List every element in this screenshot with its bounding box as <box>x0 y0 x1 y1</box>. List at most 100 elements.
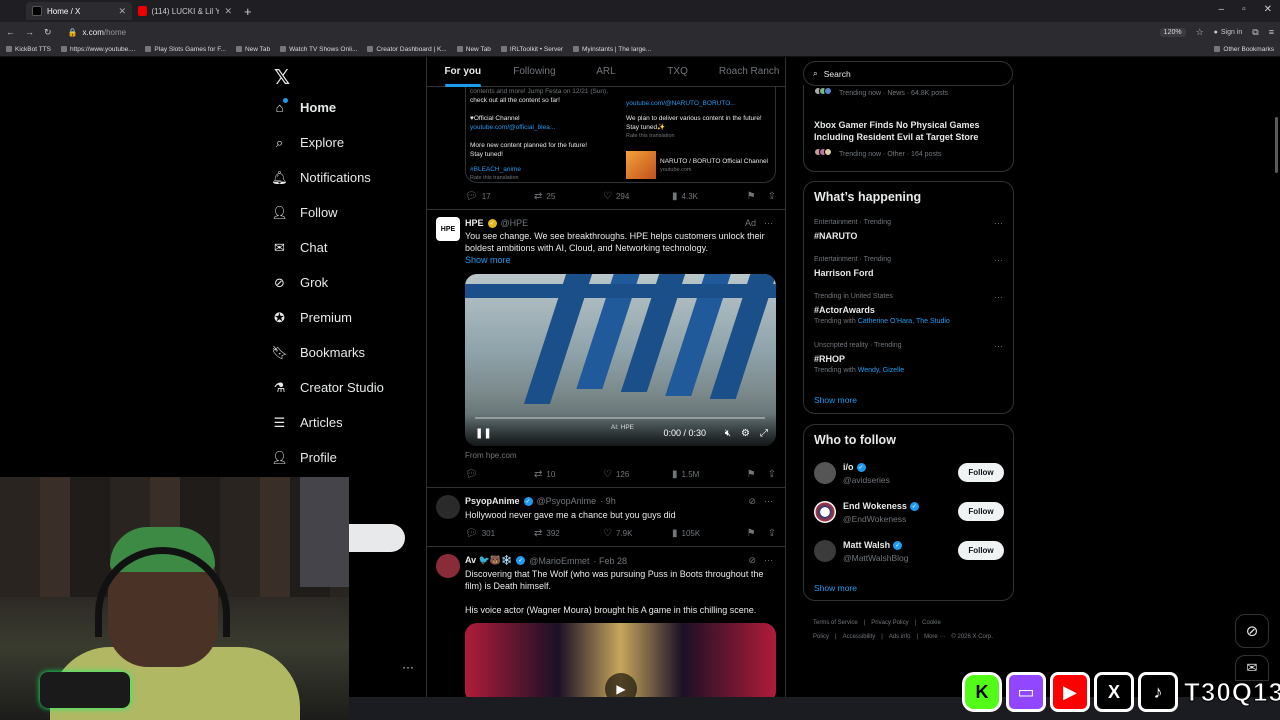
rate-translation[interactable]: Rate this translation <box>470 174 620 183</box>
post-button-partial[interactable] <box>349 524 405 552</box>
tab-arl[interactable]: ARL <box>570 57 642 87</box>
post-video[interactable]: ▶ <box>465 623 776 703</box>
menu-icon[interactable]: ≡ <box>1269 27 1274 37</box>
bookmark-item[interactable]: Creator Dashboard | K... <box>367 46 447 53</box>
footer-link[interactable]: More ··· <box>924 634 945 640</box>
bookmark-icon[interactable]: ⚑ <box>747 191 756 202</box>
close-tab-icon[interactable]: ✕ <box>224 6 232 17</box>
video-progress-bar[interactable] <box>475 417 765 419</box>
search-input[interactable]: ⌕ Search <box>803 61 1013 86</box>
author-handle[interactable]: @HPE <box>501 218 529 228</box>
sidebar-item-creator-studio[interactable]: ⚗ Creator Studio <box>272 380 384 396</box>
mute-icon[interactable]: 🔇︎ <box>725 428 731 439</box>
post-time[interactable]: · 9h <box>600 496 616 506</box>
bookmark-item[interactable]: Myinstants | The large... <box>573 46 651 53</box>
sidebar-item-profile[interactable]: 👤︎ Profile <box>271 450 337 466</box>
views-button[interactable]: ▮ 4.3K <box>672 191 741 202</box>
tab-txq[interactable]: TXQ <box>642 57 714 87</box>
quote-link[interactable]: youtube.com/@NARUTO_BORUTO... <box>626 99 776 108</box>
follow-button[interactable]: Follow <box>958 463 1004 482</box>
link-card[interactable]: NARUTO / BORUTO Official Channel youtube… <box>660 157 775 175</box>
trend-title[interactable]: #NARUTO <box>814 230 994 242</box>
bookmark-item[interactable]: https://www.youtube.... <box>61 46 135 53</box>
bookmark-icon[interactable]: ⚑ <box>747 528 756 539</box>
trend-title[interactable]: Harrison Ford <box>814 267 994 279</box>
reply-button[interactable]: 💬︎ 301 <box>465 528 534 539</box>
trend-with-link[interactable]: Wendy, Gizelle <box>858 367 904 374</box>
views-button[interactable]: ▮ 105K <box>672 528 741 539</box>
psyopanime-avatar[interactable] <box>436 495 460 519</box>
share-icon[interactable]: ⇪ <box>768 191 776 202</box>
zoom-badge[interactable]: 120% <box>1159 27 1186 37</box>
bookmark-item[interactable]: IRLToolkit • Server <box>500 46 563 53</box>
trend-with-link[interactable]: Catherine O’Hara, The Studio <box>858 318 950 325</box>
bookmark-item[interactable]: New Tab <box>235 46 270 53</box>
address-bar[interactable]: 🔒 x.com/home <box>68 28 1150 37</box>
author-handle[interactable]: @MarioEmmet <box>529 556 589 566</box>
repost-button[interactable]: ⇄ 25 <box>534 191 603 202</box>
bookmark-item[interactable]: New Tab <box>456 46 491 53</box>
trend-more-icon[interactable]: ··· <box>994 255 1003 265</box>
hashtag-link[interactable]: #BLEACH_anime <box>470 165 620 174</box>
sidebar-item-follow[interactable]: 👤︎ Follow <box>271 205 337 221</box>
back-icon[interactable]: ← <box>6 27 15 37</box>
grok-icon[interactable]: ⊘ <box>748 496 756 507</box>
pause-icon[interactable]: ❚❚ <box>475 428 492 439</box>
new-tab-button[interactable]: + <box>244 4 252 19</box>
follow-suggestion[interactable]: i/o ✓ @avidseries Follow <box>814 462 1004 492</box>
sidebar-item-explore[interactable]: ⌕ Explore <box>272 135 344 151</box>
scrollbar[interactable] <box>1275 117 1278 173</box>
avatar[interactable] <box>814 540 836 562</box>
sidebar-item-articles[interactable]: ☰ Articles <box>272 415 343 431</box>
reply-button[interactable]: 💬︎ 17 <box>465 191 534 202</box>
tab-home-x[interactable]: Home / X ✕ <box>26 2 132 20</box>
show-more-trends-link[interactable]: Show more <box>814 395 857 405</box>
footer-link[interactable]: Privacy Policy <box>871 620 908 626</box>
settings-icon[interactable]: ⚙ <box>741 428 750 439</box>
bookmark-item[interactable]: Watch TV Shows Onli... <box>280 46 357 53</box>
share-icon[interactable]: ⇪ <box>768 469 776 480</box>
close-window-icon[interactable]: ✕ <box>1264 4 1272 15</box>
trend-more-icon[interactable]: ··· <box>994 341 1003 351</box>
trend-more-icon[interactable]: ··· <box>994 218 1003 228</box>
author-name[interactable]: HPE <box>465 218 484 228</box>
star-icon[interactable]: ☆ <box>1196 27 1204 38</box>
extensions-icon[interactable]: ⧉ <box>1252 27 1258 38</box>
sidebar-item-home[interactable]: ⌂ Home <box>272 98 336 115</box>
footer-link[interactable]: Ads info <box>889 634 911 640</box>
footer-link[interactable]: Terms of Service <box>813 620 858 626</box>
avatar[interactable] <box>814 462 836 484</box>
tab-for-you[interactable]: For you <box>427 57 499 87</box>
sign-in-button[interactable]: ● Sign in <box>1214 29 1243 36</box>
grok-icon[interactable]: ⊘ <box>748 555 756 566</box>
more-options-icon[interactable]: ··· <box>764 496 773 507</box>
author-name[interactable]: Av 🐦🐻❄️ <box>465 555 512 566</box>
avatar[interactable] <box>814 501 836 523</box>
follow-button[interactable]: Follow <box>958 502 1004 521</box>
maximize-icon[interactable]: ▫ <box>1242 4 1246 15</box>
reload-icon[interactable]: ↻ <box>44 27 52 38</box>
minimize-icon[interactable]: – <box>1219 4 1225 15</box>
more-options-icon[interactable]: ··· <box>764 218 773 228</box>
follow-suggestion[interactable]: End Wokeness ✓ @EndWokeness Follow <box>814 501 1004 531</box>
bookmark-item[interactable]: KickBot TTS <box>6 46 51 53</box>
grok-fab-icon[interactable]: ⊘ <box>1235 614 1269 648</box>
repost-button[interactable]: ⇄ 392 <box>534 528 603 539</box>
video-player[interactable]: AI: HPE ❚❚ 0:00 / 0:30 🔇︎ ⚙ ⤢ <box>465 274 776 446</box>
x-logo-icon[interactable]: 𝕏 <box>274 65 290 90</box>
tab-following[interactable]: Following <box>499 57 571 87</box>
follow-suggestion[interactable]: Matt Walsh ✓ @MattWalshBlog Follow <box>814 540 1004 570</box>
footer-link[interactable]: © 2026 X Corp. <box>951 634 992 640</box>
sidebar-item-notifications[interactable]: 🔔︎ Notifications <box>271 170 371 186</box>
bookmark-icon[interactable]: ⚑ <box>747 469 756 480</box>
mario-emmet-avatar[interactable] <box>436 554 460 578</box>
close-tab-icon[interactable]: ✕ <box>118 6 126 17</box>
fullscreen-icon[interactable]: ⤢ <box>760 428 768 439</box>
sidebar-item-grok[interactable]: ⊘ Grok <box>272 275 328 291</box>
rate-translation[interactable]: Rate this translation <box>626 132 776 141</box>
follow-button[interactable]: Follow <box>958 541 1004 560</box>
hpe-avatar[interactable]: HPE <box>436 217 460 241</box>
other-bookmarks[interactable]: Other Bookmarks <box>1214 46 1274 53</box>
more-options-icon[interactable]: ··· <box>764 555 773 566</box>
quoted-post-card[interactable]: contents and more! Jump Festa on 12/21 (… <box>465 87 776 183</box>
